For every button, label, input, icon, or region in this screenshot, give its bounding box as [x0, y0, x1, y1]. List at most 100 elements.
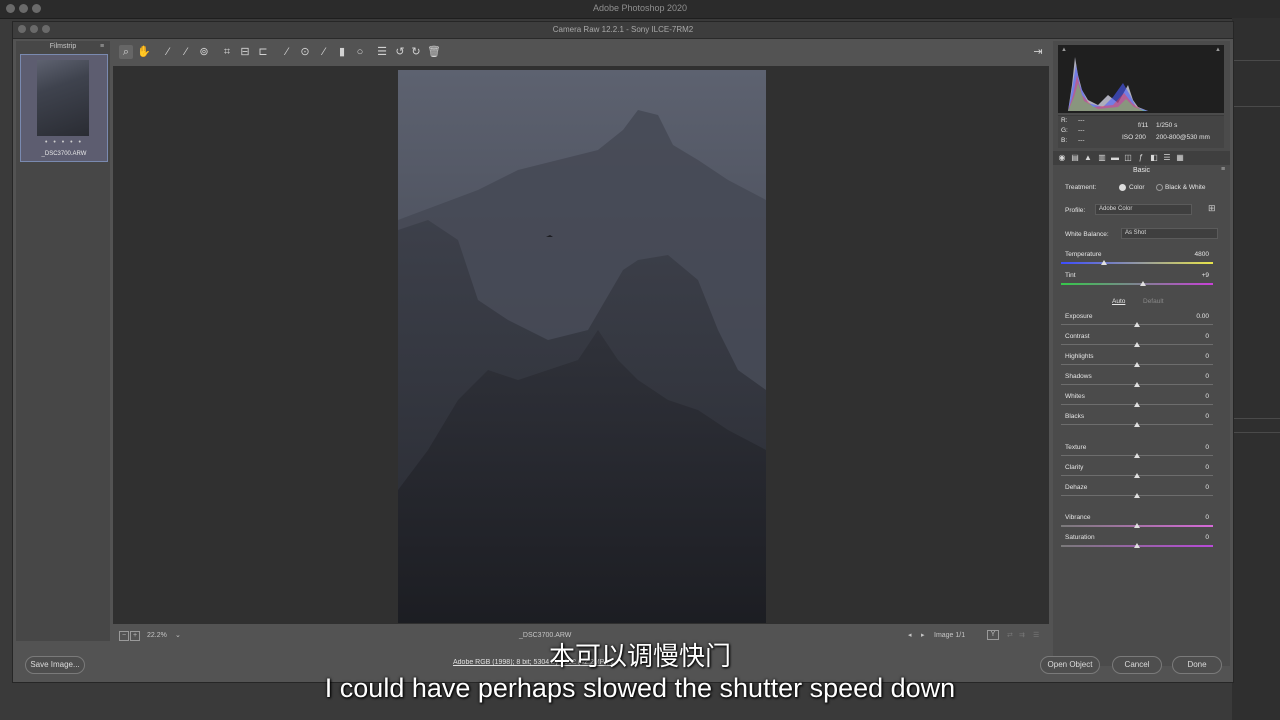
b-value: --- [1078, 137, 1085, 144]
auto-link[interactable]: Auto [1112, 298, 1125, 305]
profile-value: Adobe Color [1099, 206, 1133, 212]
slider-thumb[interactable] [1134, 493, 1140, 498]
snapshots-tab-icon[interactable]: ▦ [1175, 153, 1185, 163]
calibration-tab-icon[interactable]: ◧ [1149, 153, 1159, 163]
slider-thumb[interactable] [1134, 523, 1140, 528]
slider-thumb[interactable] [1134, 473, 1140, 478]
adjustment-brush-icon[interactable]: ⁄ [317, 45, 331, 59]
detail-tab-icon[interactable]: ▲ [1083, 153, 1093, 163]
basic-tab-icon[interactable]: ◉ [1057, 153, 1067, 163]
preferences-icon[interactable]: ☰ [375, 45, 389, 59]
bw-radio[interactable] [1156, 184, 1163, 191]
hsl-tab-icon[interactable]: ▥ [1097, 153, 1107, 163]
default-link[interactable]: Default [1143, 298, 1164, 305]
slider-value[interactable]: 0 [1183, 333, 1209, 340]
adjustments-panel: ▲ ▲ R: --- G: --- B: --- f/11 1/250 s IS… [1053, 41, 1230, 666]
slider-label: Shadows [1065, 373, 1092, 380]
dialog-title: Camera Raw 12.2.1 - Sony ILCE-7RM2 [552, 25, 694, 34]
histogram: ▲ ▲ [1058, 45, 1224, 113]
radial-filter-icon[interactable]: ○ [353, 45, 367, 59]
slider-label: Saturation [1065, 534, 1095, 541]
slider-label: Texture [1065, 444, 1087, 451]
highlight-clipping-icon[interactable]: ▲ [1215, 47, 1221, 53]
subtitle-english: I could have perhaps slowed the shutter … [324, 673, 956, 703]
slider-thumb[interactable] [1134, 402, 1140, 407]
filmstrip-header: Filmstrip [49, 43, 77, 50]
split-toning-tab-icon[interactable]: ▬ [1110, 153, 1120, 163]
slider-label: Clarity [1065, 464, 1084, 471]
slider-label: Contrast [1065, 333, 1090, 340]
white-balance-dropdown[interactable]: As Shot [1121, 228, 1218, 239]
transform-tool-icon[interactable]: ⊏ [256, 45, 270, 59]
lens-tab-icon[interactable]: ◫ [1123, 153, 1133, 163]
profile-label: Profile: [1065, 207, 1086, 214]
slider-value[interactable]: 0 [1183, 534, 1209, 541]
slider-value[interactable]: 0 [1183, 464, 1209, 471]
filmstrip-thumbnail[interactable]: • • • • • _DSC3700.ARW [20, 54, 108, 162]
color-radio[interactable] [1119, 184, 1126, 191]
effects-tab-icon[interactable]: ƒ [1136, 153, 1146, 163]
slider-value[interactable]: 0 [1183, 373, 1209, 380]
targeted-adjustment-icon[interactable]: ⊚ [197, 45, 211, 59]
slider-value[interactable]: 0 [1183, 514, 1209, 521]
filmstrip-menu-icon[interactable]: ≡ [100, 43, 104, 50]
slider-track[interactable] [1061, 262, 1213, 264]
trash-icon[interactable]: 🗑 [427, 45, 441, 59]
thumbnail-filename: _DSC3700.ARW [41, 151, 87, 157]
misty-mountain-photo [398, 70, 766, 623]
camera-info: R: --- G: --- B: --- f/11 1/250 s ISO 20… [1058, 115, 1224, 148]
slider-thumb[interactable] [1134, 342, 1140, 347]
shadow-clipping-icon[interactable]: ▲ [1061, 47, 1067, 53]
red-eye-icon[interactable]: ⊙ [298, 45, 312, 59]
app-title: Adobe Photoshop 2020 [592, 3, 688, 13]
rating-stars[interactable]: • • • • • [21, 139, 107, 146]
image-preview-area[interactable] [113, 66, 1049, 624]
slider-value[interactable]: 0 [1183, 393, 1209, 400]
dialog-titlebar: Camera Raw 12.2.1 - Sony ILCE-7RM2 [13, 22, 1233, 39]
tone-curve-tab-icon[interactable]: ▤ [1070, 153, 1080, 163]
profile-browser-icon[interactable]: ⊞ [1208, 203, 1216, 214]
slider-thumb[interactable] [1134, 422, 1140, 427]
slider-value[interactable]: 4800 [1183, 251, 1209, 258]
slider-thumb[interactable] [1134, 322, 1140, 327]
hand-tool-icon[interactable]: ✋ [137, 45, 151, 59]
slider-thumb[interactable] [1100, 260, 1107, 265]
white-balance-label: White Balance: [1065, 231, 1109, 238]
slider-value[interactable]: +9 [1183, 272, 1209, 279]
slider-label: Vibrance [1065, 514, 1091, 521]
slider-value[interactable]: 0 [1183, 484, 1209, 491]
slider-value[interactable]: 0 [1183, 413, 1209, 420]
straighten-tool-icon[interactable]: ⊟ [238, 45, 252, 59]
thumbnail-image [37, 60, 89, 136]
slider-thumb[interactable] [1134, 453, 1140, 458]
color-sampler-icon[interactable]: ⁄ [179, 45, 193, 59]
panel-menu-icon[interactable]: ≡ [1221, 166, 1225, 173]
graduated-filter-icon[interactable]: ▮ [335, 45, 349, 59]
iso: ISO 200 [1122, 134, 1146, 141]
presets-tab-icon[interactable]: ☰ [1162, 153, 1172, 163]
white-balance-tool-icon[interactable]: ⁄ [161, 45, 175, 59]
photo-preview[interactable] [398, 70, 766, 623]
slider-value[interactable]: 0 [1183, 353, 1209, 360]
fullscreen-icon[interactable]: ⇥ [1031, 45, 1045, 59]
slider-thumb[interactable] [1134, 362, 1140, 367]
r-label: R: [1061, 117, 1068, 124]
slider-thumb[interactable] [1134, 382, 1140, 387]
slider-track[interactable] [1061, 283, 1213, 285]
slider-thumb[interactable] [1134, 543, 1140, 548]
spot-removal-icon[interactable]: ⁄ [280, 45, 294, 59]
slider-label: Exposure [1065, 313, 1093, 320]
histogram-graph [1068, 57, 1148, 111]
g-value: --- [1078, 127, 1085, 134]
treatment-label: Treatment: [1065, 184, 1097, 191]
white-balance-value: As Shot [1125, 230, 1147, 236]
crop-tool-icon[interactable]: ⌗ [220, 45, 234, 59]
profile-dropdown[interactable]: Adobe Color [1095, 204, 1192, 215]
slider-value[interactable]: 0 [1183, 444, 1209, 451]
rotate-right-icon[interactable]: ↻ [409, 45, 423, 59]
slider-thumb[interactable] [1140, 281, 1147, 286]
slider-value[interactable]: 0.00 [1183, 313, 1209, 320]
slider-label: Highlights [1065, 353, 1094, 360]
rotate-left-icon[interactable]: ↺ [393, 45, 407, 59]
zoom-tool-icon[interactable]: ⌕ [119, 45, 133, 59]
